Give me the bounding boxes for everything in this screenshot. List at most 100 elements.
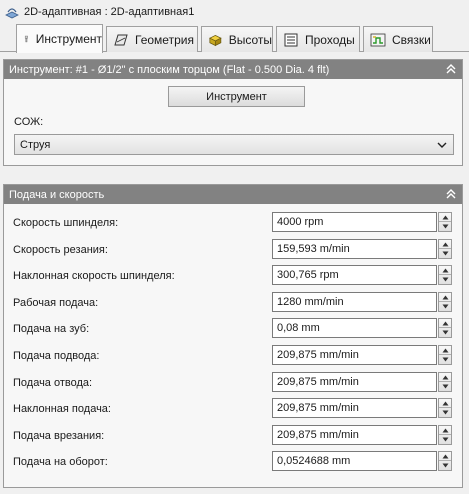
spindle-speed-unit: rpm	[304, 216, 324, 228]
spindle-speed-row: Скорость шпинделя: 4000 rpm	[4, 210, 462, 236]
stepper-up-arrow-icon[interactable]	[439, 266, 451, 276]
lead-in-feedrate-stepper[interactable]	[438, 345, 452, 365]
lead-in-feedrate-label: Подача подвода:	[13, 350, 100, 362]
plunge-feedrate-row: Подача врезания: 209,875 mm/min	[4, 423, 462, 449]
ramp-spindle-speed-value: 300,765	[277, 269, 317, 282]
tab-heights[interactable]: Высоты	[201, 26, 273, 52]
cutting-speed-value: 159,593	[277, 242, 317, 255]
stepper-down-arrow-icon[interactable]	[439, 408, 451, 417]
ramp-feedrate-value: 209,875	[277, 402, 317, 415]
stepper-down-arrow-icon[interactable]	[439, 249, 451, 258]
cutting-speed-unit: m/min	[319, 242, 350, 255]
spindle-speed-input[interactable]: 4000 rpm	[272, 212, 437, 232]
plunge-feedrate-stepper[interactable]	[438, 424, 452, 445]
lead-out-feedrate-label: Подача отвода:	[13, 376, 93, 389]
coolant-label: СОЖ:	[14, 116, 44, 128]
feed-per-tooth-row: Подача на зуб: 0,08 mm	[4, 316, 462, 342]
lead-in-feedrate-value: 209,875	[277, 349, 317, 361]
ramp-spindle-speed-row: Наклонная скорость шпинделя: 300,765 rpm	[4, 263, 462, 289]
lead-in-feedrate-row: Подача подвода: 209,875 mm/min	[4, 343, 462, 369]
lead-out-feedrate-unit: mm/min	[319, 375, 359, 388]
feed-per-revolution-input[interactable]: 0,0524688 mm	[272, 451, 437, 472]
lead-out-feedrate-stepper[interactable]	[438, 371, 452, 392]
spindle-speed-label: Скорость шпинделя:	[13, 217, 119, 229]
stepper-down-arrow-icon[interactable]	[439, 328, 451, 337]
stepper-up-arrow-icon[interactable]	[439, 319, 451, 329]
tool-panel-title: Инструмент: #1 - Ø1/2" с плоским торцом …	[9, 63, 330, 76]
tool-panel: Инструмент: #1 - Ø1/2" с плоским торцом …	[3, 59, 463, 166]
tool-panel-header[interactable]: Инструмент: #1 - Ø1/2" с плоским торцом …	[4, 60, 462, 79]
ramp-spindle-speed-label: Наклонная скорость шпинделя:	[13, 270, 175, 283]
tab-passes-label: Проходы	[305, 32, 355, 47]
lead-out-feedrate-input[interactable]: 209,875 mm/min	[272, 371, 437, 392]
ramp-spindle-speed-stepper[interactable]	[438, 265, 452, 286]
cutting-feedrate-label: Рабочая подача:	[13, 296, 99, 309]
tab-geometry[interactable]: Геометрия	[106, 26, 198, 52]
cutting-feedrate-input[interactable]: 1280 mm/min	[272, 291, 437, 312]
feed-speed-panel-header[interactable]: Подача и скорость	[4, 185, 462, 204]
ramp-feedrate-input[interactable]: 209,875 mm/min	[272, 398, 437, 419]
stepper-up-arrow-icon[interactable]	[439, 293, 451, 302]
stepper-up-arrow-icon[interactable]	[439, 399, 451, 409]
ramp-spindle-speed-input[interactable]: 300,765 rpm	[272, 265, 437, 286]
feed-per-revolution-value: 0,0524688	[277, 455, 329, 468]
feed-per-tooth-stepper[interactable]	[438, 318, 452, 339]
cutting-speed-stepper[interactable]	[438, 238, 452, 259]
window-title: 2D-адаптивная : 2D-адаптивная1	[24, 6, 195, 18]
feed-per-tooth-input[interactable]: 0,08 mm	[272, 318, 437, 339]
linking-icon	[370, 33, 386, 46]
lead-out-feedrate-row: Подача отвода: 209,875 mm/min	[4, 370, 462, 396]
plunge-feedrate-value: 209,875	[277, 428, 317, 441]
chevron-down-icon	[437, 142, 447, 148]
tab-linking[interactable]: Связки	[363, 26, 433, 52]
cutting-speed-input[interactable]: 159,593 m/min	[272, 238, 437, 259]
lead-in-feedrate-input[interactable]: 209,875 mm/min	[272, 345, 437, 365]
stepper-down-arrow-icon[interactable]	[439, 275, 451, 284]
cutting-feedrate-value: 1280	[277, 295, 302, 308]
window-titlebar: 2D-адаптивная : 2D-адаптивная1	[0, 0, 469, 24]
tab-heights-label: Высоты	[228, 32, 272, 47]
feed-speed-panel: Подача и скорость Скорость шпинделя: 4000…	[3, 184, 463, 488]
lead-out-feedrate-value: 209,875	[277, 375, 317, 388]
cutting-feedrate-unit: mm/min	[304, 295, 344, 308]
cutting-feedrate-row: Рабочая подача: 1280 mm/min	[4, 290, 462, 316]
cutting-speed-label: Скорость резания:	[13, 243, 108, 256]
heights-icon	[209, 34, 222, 46]
feed-per-tooth-unit: mm	[301, 322, 320, 335]
stepper-down-arrow-icon[interactable]	[439, 382, 451, 391]
ramp-feedrate-stepper[interactable]	[438, 398, 452, 419]
feed-per-revolution-stepper[interactable]	[438, 451, 452, 472]
stepper-down-arrow-icon[interactable]	[439, 302, 451, 311]
adaptive-operation-icon	[5, 8, 19, 19]
feed-per-revolution-unit: mm	[332, 455, 351, 468]
stepper-up-arrow-icon[interactable]	[439, 373, 451, 382]
plunge-feedrate-input[interactable]: 209,875 mm/min	[272, 424, 437, 445]
plunge-feedrate-unit: mm/min	[319, 428, 359, 441]
stepper-up-arrow-icon[interactable]	[439, 346, 451, 355]
feed-per-tooth-label: Подача на зуб:	[13, 323, 90, 336]
bottom-strip	[0, 488, 469, 494]
stepper-down-arrow-icon[interactable]	[439, 222, 451, 231]
collapse-chevron-icon[interactable]	[445, 63, 457, 75]
stepper-up-arrow-icon[interactable]	[439, 240, 451, 249]
collapse-chevron-icon[interactable]	[445, 188, 457, 200]
coolant-select[interactable]: Струя	[14, 134, 454, 155]
stepper-up-arrow-icon[interactable]	[439, 452, 451, 462]
stepper-down-arrow-icon[interactable]	[439, 435, 451, 444]
feed-speed-panel-title: Подача и скорость	[9, 188, 105, 201]
geometry-icon	[114, 34, 128, 45]
stepper-up-arrow-icon[interactable]	[439, 426, 451, 435]
passes-icon	[284, 33, 298, 46]
tab-tool[interactable]: Инструмент	[16, 24, 103, 53]
select-tool-button[interactable]: Инструмент	[168, 86, 305, 107]
stepper-down-arrow-icon[interactable]	[439, 461, 451, 470]
tab-linking-label: Связки	[392, 32, 431, 47]
stepper-down-arrow-icon[interactable]	[439, 355, 451, 364]
tool-holder-icon	[24, 35, 28, 43]
ramp-feedrate-row: Наклонная подача: 209,875 mm/min	[4, 396, 462, 422]
tab-passes[interactable]: Проходы	[276, 26, 360, 52]
stepper-up-arrow-icon[interactable]	[439, 213, 451, 222]
feed-per-revolution-label: Подача на оборот:	[13, 456, 108, 469]
spindle-speed-stepper[interactable]	[438, 212, 452, 232]
cutting-feedrate-stepper[interactable]	[438, 291, 452, 312]
